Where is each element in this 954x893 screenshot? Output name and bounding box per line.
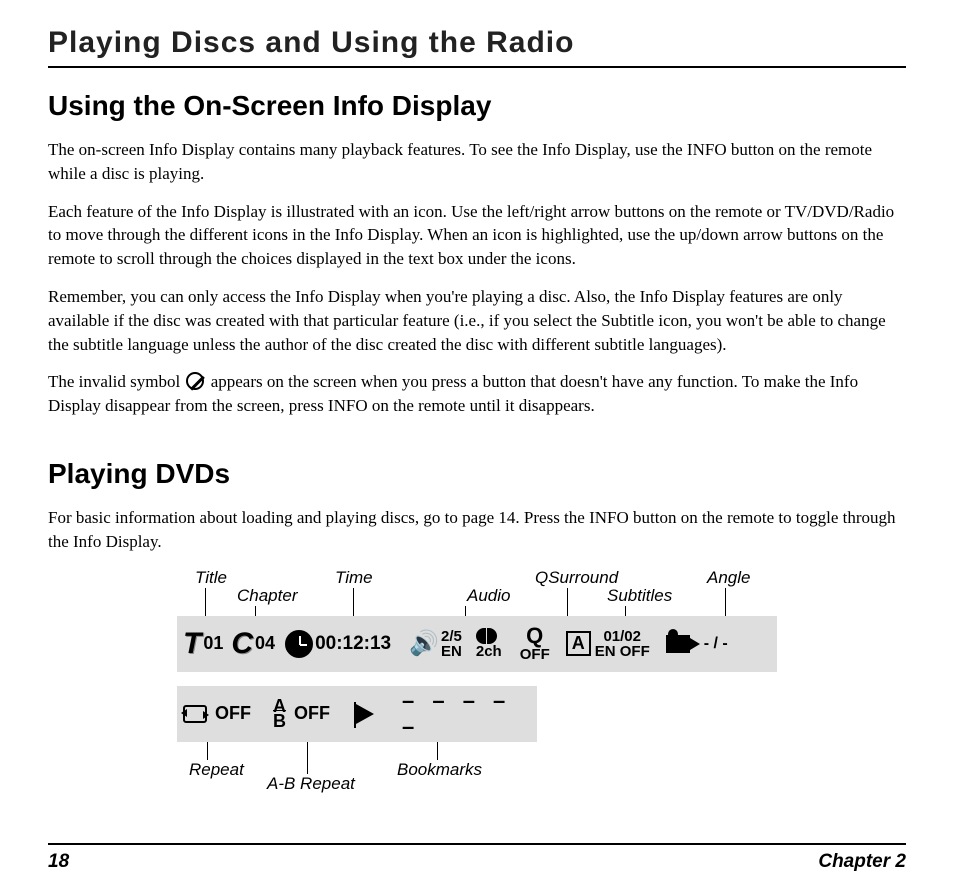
paragraph: For basic information about loading and … — [48, 506, 906, 554]
info-display-diagram: Title Chapter Time Audio QSurround Subti… — [177, 568, 777, 796]
cell-bookmarks: – – – – – — [356, 688, 531, 740]
q-icon: Q — [520, 625, 550, 647]
label-title: Title — [195, 568, 227, 588]
angle-value: - / - — [704, 635, 728, 653]
subtitle-box-icon: A — [566, 631, 591, 656]
label-qsurround: QSurround — [535, 568, 618, 588]
chapter-letter: C — [231, 627, 253, 661]
flag-icon — [356, 704, 374, 724]
subtitle-track: 01/02 — [595, 629, 650, 644]
cell-time: 00:12:13 — [285, 630, 391, 658]
cell-chapter: C 04 — [231, 627, 275, 661]
title-number: 01 — [203, 633, 223, 654]
text-fragment: The invalid symbol — [48, 372, 184, 391]
chapter-number: 04 — [255, 633, 275, 654]
section-title-info-display: Using the On-Screen Info Display — [48, 90, 906, 122]
audio-track: 2/5 — [441, 629, 462, 644]
title-letter: T — [183, 627, 201, 661]
page-number: 18 — [48, 851, 69, 873]
subtitle-state: EN OFF — [595, 644, 650, 659]
clock-icon — [285, 630, 313, 658]
audio-lang: EN — [441, 644, 462, 659]
cell-audio: 🔊 2/5 EN — [409, 629, 462, 659]
diagram-labels-bottom: Repeat A-B Repeat Bookmarks — [177, 742, 777, 796]
paragraph: The invalid symbol appears on the screen… — [48, 370, 906, 418]
info-bar-2: OFF A B OFF – – – – – — [177, 686, 537, 742]
chapter-label: Chapter 2 — [818, 851, 906, 873]
cell-title: T 01 — [183, 627, 223, 661]
paragraph: Remember, you can only access the Info D… — [48, 285, 906, 356]
ab-repeat-state: OFF — [294, 703, 330, 724]
dolby-channels: 2ch — [476, 644, 502, 659]
invalid-icon — [186, 372, 204, 390]
cell-dolby: 2ch — [476, 628, 502, 659]
section-title-playing-dvds: Playing DVDs — [48, 458, 906, 490]
label-subtitles: Subtitles — [607, 586, 672, 606]
time-value: 00:12:13 — [315, 633, 391, 655]
cell-angle: - / - — [666, 635, 728, 653]
chapter-title: Playing Discs and Using the Radio — [48, 26, 906, 68]
label-repeat: Repeat — [189, 760, 244, 780]
ab-repeat-icon: A B — [273, 699, 286, 728]
label-time: Time — [335, 568, 373, 588]
camera-icon — [666, 635, 690, 653]
cell-subtitles: A 01/02 EN OFF — [566, 629, 650, 659]
info-bar-1: T 01 C 04 00:12:13 🔊 2/5 EN — [177, 616, 777, 672]
repeat-icon — [183, 705, 207, 723]
speaker-icon: 🔊 — [409, 629, 439, 658]
label-audio: Audio — [467, 586, 510, 606]
dolby-icon — [476, 628, 502, 644]
qsurround-state: OFF — [520, 647, 550, 662]
label-chapter: Chapter — [237, 586, 297, 606]
cell-repeat: OFF — [183, 703, 251, 724]
paragraph: The on-screen Info Display contains many… — [48, 138, 906, 186]
paragraph: Each feature of the Info Display is illu… — [48, 200, 906, 271]
label-bookmarks: Bookmarks — [397, 760, 482, 780]
page-footer: 18 Chapter 2 — [48, 843, 906, 873]
cell-qsurround: Q OFF — [520, 625, 550, 662]
repeat-state: OFF — [215, 703, 251, 724]
bookmarks-value: – – – – – — [402, 688, 531, 740]
label-ab-repeat: A-B Repeat — [267, 774, 355, 794]
cell-ab-repeat: A B OFF — [273, 699, 330, 728]
label-angle: Angle — [707, 568, 750, 588]
diagram-labels-top: Title Chapter Time Audio QSurround Subti… — [177, 568, 777, 616]
